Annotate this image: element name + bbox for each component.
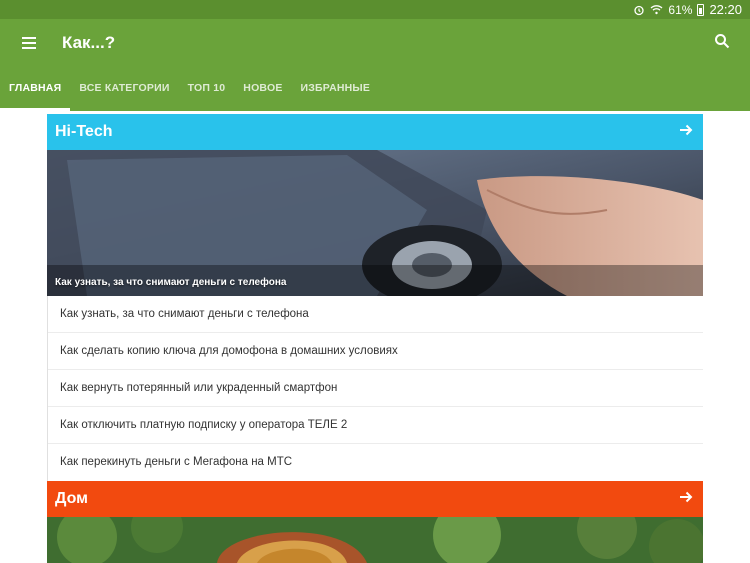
section-header-hi-tech[interactable]: Hi-Tech (47, 114, 703, 150)
article-list: Как узнать, за что снимают деньги с теле… (47, 296, 703, 481)
section-header-dom[interactable]: Дом (47, 481, 703, 517)
section-dom: Дом (47, 481, 703, 563)
tab-favorites[interactable]: ИЗБРАННЫЕ (292, 78, 380, 111)
list-item[interactable]: Как отключить платную подписку у операто… (48, 407, 703, 444)
battery-icon (697, 3, 705, 16)
list-item[interactable]: Как вернуть потерянный или украденный см… (48, 370, 703, 407)
list-item[interactable]: Как перекинуть деньги с Мегафона на МТС (48, 444, 703, 481)
alarm-icon (633, 4, 645, 16)
app-title: Как...? (62, 33, 116, 52)
phone-photo (47, 150, 703, 296)
section-title: Дом (55, 490, 88, 507)
app-bar: Как...? ГЛАВНАЯ ВСЕ КАТЕГОРИИ ТОП 10 НОВ… (0, 19, 750, 111)
hero-caption: Как узнать, за что снимают деньги с теле… (55, 277, 287, 288)
arrow-right-icon (679, 490, 693, 509)
arrow-right-icon (679, 123, 693, 142)
wifi-icon (650, 4, 663, 15)
section-hi-tech: Hi-Tech Как узнать, за что снимают деньг… (47, 114, 703, 481)
list-item[interactable]: Как сделать копию ключа для домофона в д… (48, 333, 703, 370)
clock: 22:20 (709, 2, 742, 17)
hero-image-dom[interactable] (47, 517, 703, 563)
search-icon[interactable] (714, 33, 734, 53)
battery-percent: 61% (668, 2, 693, 17)
tab-bar: ГЛАВНАЯ ВСЕ КАТЕГОРИИ ТОП 10 НОВОЕ ИЗБРА… (0, 78, 379, 111)
garden-photo (47, 517, 703, 563)
tab-all-categories[interactable]: ВСЕ КАТЕГОРИИ (70, 78, 178, 111)
status-bar: 61% 22:20 (0, 0, 750, 19)
tab-top-10[interactable]: ТОП 10 (179, 78, 235, 111)
tab-main[interactable]: ГЛАВНАЯ (0, 78, 71, 111)
list-item[interactable]: Как узнать, за что снимают деньги с теле… (48, 296, 703, 333)
hero-image[interactable]: Как узнать, за что снимают деньги с теле… (47, 150, 703, 296)
menu-icon[interactable] (22, 33, 42, 53)
section-title: Hi-Tech (55, 123, 113, 140)
tab-new[interactable]: НОВОЕ (234, 78, 291, 111)
